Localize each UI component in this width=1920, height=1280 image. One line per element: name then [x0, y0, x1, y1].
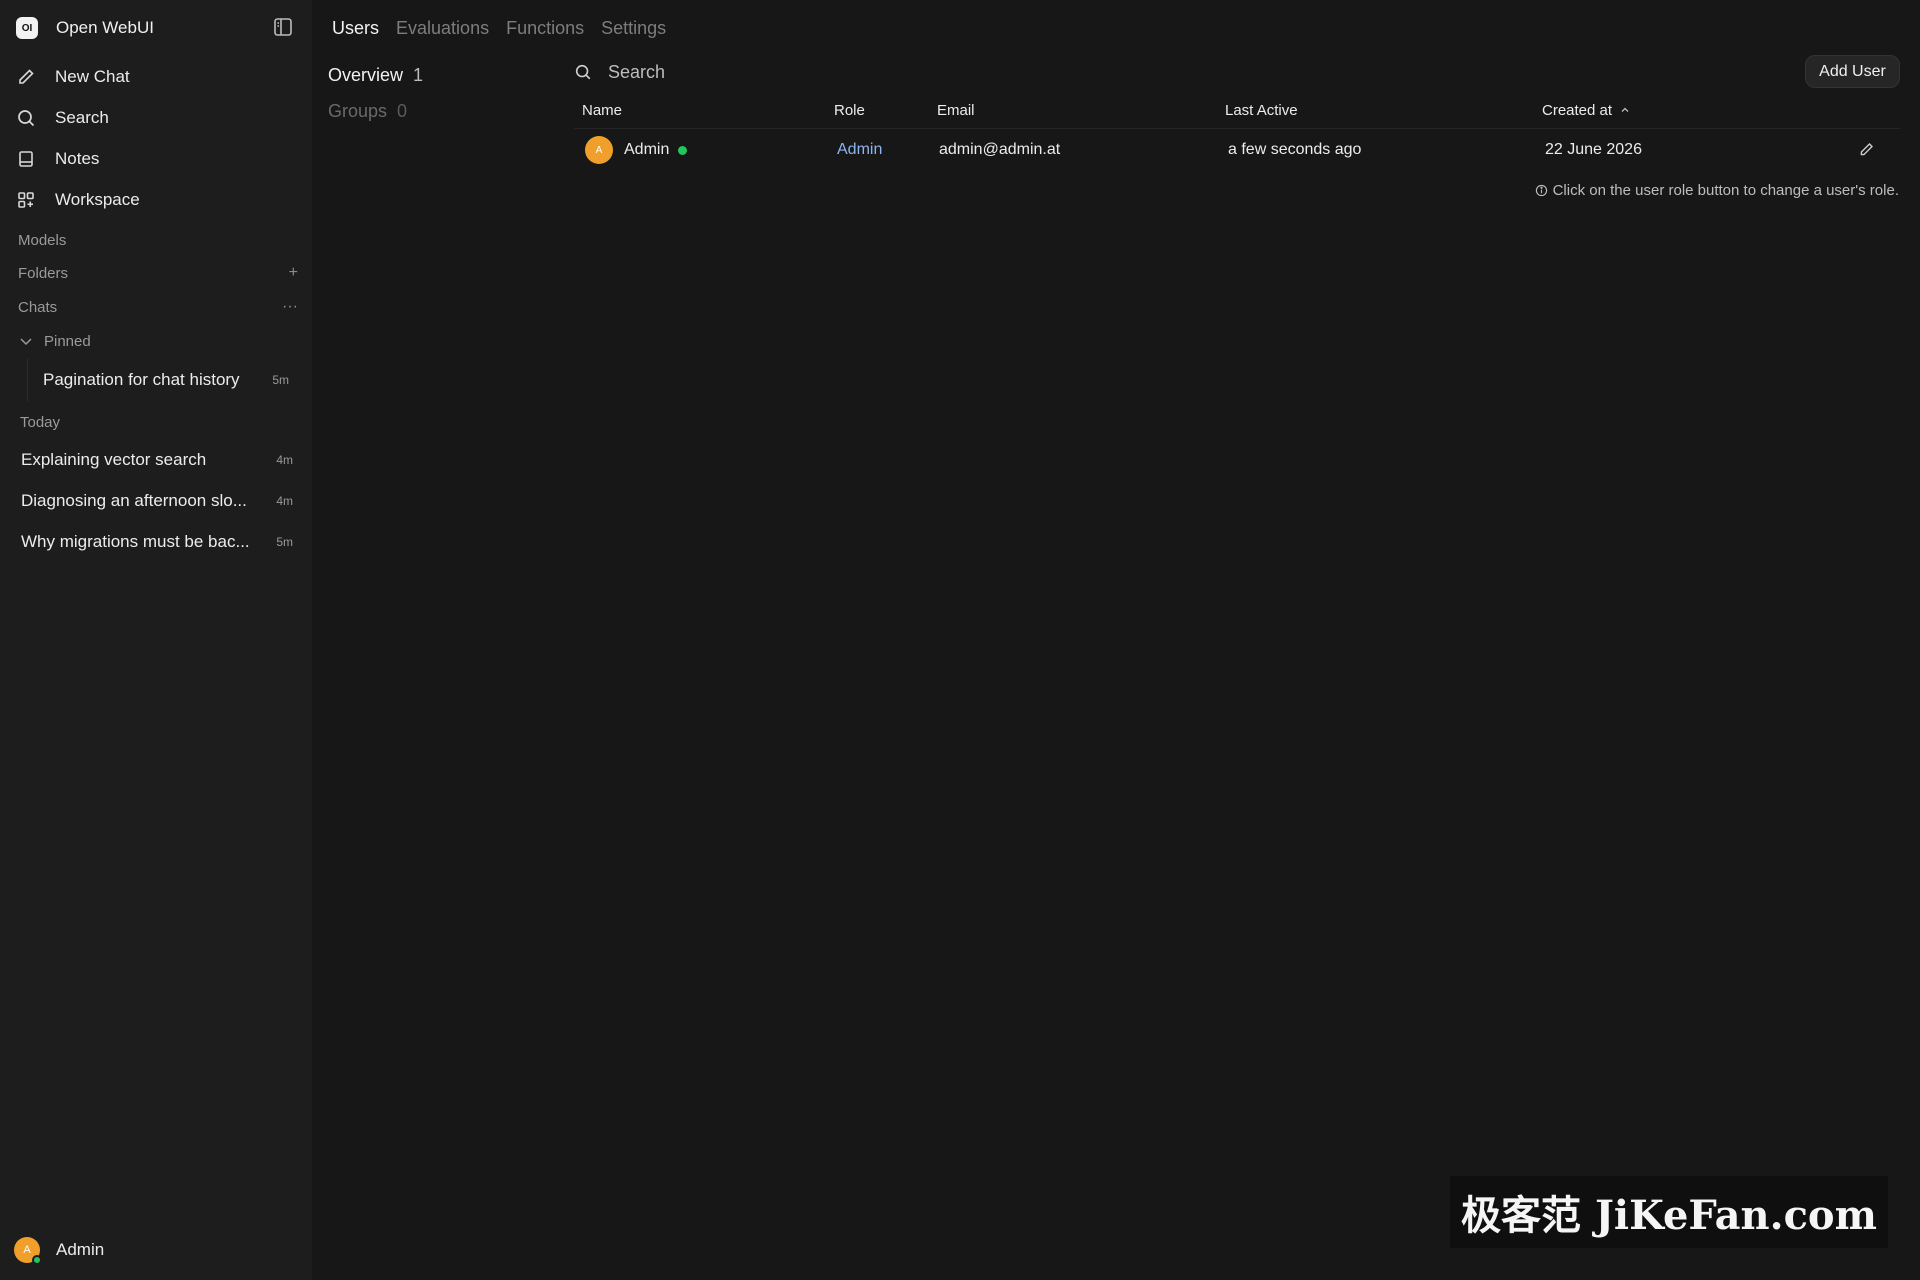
- folders-label: Folders: [18, 264, 69, 282]
- sidebar: OI Open WebUI New Chat Search Notes Work…: [0, 0, 312, 1280]
- users-subnav: Overview 1 Groups 0: [328, 57, 548, 129]
- column-header-created[interactable]: Created at: [1542, 98, 1630, 122]
- subnav-groups-count: 0: [397, 100, 408, 121]
- table-row: A Admin: [585, 136, 688, 164]
- chat-title: Explaining vector search: [21, 450, 207, 469]
- tab-settings[interactable]: Settings: [601, 18, 666, 39]
- chat-title: Diagnosing an afternoon slo...: [21, 491, 247, 510]
- email-cell: admin@admin.at: [939, 141, 1061, 158]
- notes-icon: [16, 149, 36, 169]
- add-user-button[interactable]: Add User: [1805, 55, 1900, 88]
- app-name: Open WebUI: [56, 18, 154, 37]
- online-status-dot: [678, 145, 688, 155]
- more-options-icon[interactable]: ···: [282, 298, 298, 316]
- chats-section[interactable]: Chats ···: [18, 295, 298, 319]
- column-header-role[interactable]: Role: [834, 98, 865, 122]
- role-hint: Click on the user role button to change …: [1535, 180, 1899, 200]
- role-hint-text: Click on the user role button to change …: [1552, 181, 1899, 199]
- subnav-groups-label: Groups: [328, 100, 388, 121]
- subnav-overview[interactable]: Overview 1: [328, 57, 548, 93]
- pinned-label: Pinned: [44, 332, 91, 350]
- pinned-group-toggle[interactable]: Pinned: [18, 329, 91, 353]
- chat-item[interactable]: Pagination for chat history 5m: [43, 361, 295, 399]
- chats-label: Chats: [18, 298, 58, 316]
- folders-section[interactable]: Folders +: [18, 261, 298, 285]
- chat-title: Why migrations must be bac...: [21, 532, 250, 551]
- chat-age: 5m: [272, 373, 289, 387]
- brand[interactable]: OI Open WebUI: [16, 14, 154, 42]
- sort-asc-icon: [1620, 105, 1630, 115]
- user-name: Admin: [56, 1240, 105, 1259]
- user-search[interactable]: Search: [574, 58, 665, 86]
- workspace-label: Workspace: [55, 189, 140, 209]
- edit-user-icon[interactable]: [1858, 141, 1875, 158]
- user-menu-button[interactable]: A Admin: [0, 1220, 312, 1280]
- role-button[interactable]: Admin: [837, 141, 882, 159]
- models-label: Models: [18, 231, 67, 249]
- info-icon: [1535, 184, 1548, 197]
- avatar-initial: A: [595, 144, 603, 156]
- search-icon: [574, 63, 592, 81]
- subnav-groups[interactable]: Groups 0: [328, 93, 548, 129]
- tab-functions[interactable]: Functions: [506, 18, 584, 39]
- tab-users[interactable]: Users: [332, 18, 379, 39]
- online-status-dot: [32, 1255, 42, 1265]
- column-header-name[interactable]: Name: [582, 98, 622, 122]
- pinned-divider: [27, 358, 28, 402]
- search-label: Search: [55, 107, 109, 127]
- notes-button[interactable]: Notes: [10, 138, 302, 179]
- pencil-icon: [16, 67, 36, 87]
- avatar-initial: A: [23, 1244, 31, 1256]
- subnav-overview-count: 1: [413, 64, 424, 85]
- chat-item[interactable]: Explaining vector search 4m: [21, 441, 299, 479]
- avatar: A: [585, 136, 613, 164]
- admin-tabs: Users Evaluations Functions Settings: [332, 16, 666, 40]
- notes-label: Notes: [55, 148, 100, 168]
- chat-age: 4m: [276, 494, 293, 508]
- watermark: 极客范 JiKeFan.com: [1450, 1176, 1888, 1248]
- column-header-last-active[interactable]: Last Active: [1225, 98, 1298, 122]
- table-divider: [574, 128, 1900, 129]
- role-cell: Admin: [837, 136, 882, 164]
- sidebar-toggle-icon[interactable]: [272, 16, 294, 38]
- user-name-cell: Admin: [624, 141, 670, 158]
- chat-title: Pagination for chat history: [43, 370, 240, 389]
- avatar: A: [14, 1237, 42, 1265]
- chevron-down-icon: [18, 333, 34, 349]
- chat-item[interactable]: Why migrations must be bac... 5m: [21, 523, 299, 561]
- search-input[interactable]: Search: [608, 62, 665, 83]
- workspace-icon: [16, 190, 36, 210]
- tab-evaluations[interactable]: Evaluations: [396, 18, 489, 39]
- workspace-button[interactable]: Workspace: [10, 179, 302, 220]
- chat-item[interactable]: Diagnosing an afternoon slo... 4m: [21, 482, 299, 520]
- created-cell: 22 June 2026: [1545, 141, 1642, 158]
- new-chat-label: New Chat: [55, 66, 130, 86]
- subnav-overview-label: Overview: [328, 64, 404, 85]
- chat-age: 4m: [276, 453, 293, 467]
- new-chat-button[interactable]: New Chat: [10, 56, 302, 97]
- last-active-cell: a few seconds ago: [1228, 141, 1362, 158]
- add-folder-icon[interactable]: +: [289, 264, 298, 282]
- search-icon: [16, 108, 36, 128]
- app-logo: OI: [16, 17, 38, 39]
- column-header-email[interactable]: Email: [937, 98, 975, 122]
- models-section[interactable]: Models: [18, 228, 298, 252]
- today-label: Today: [20, 414, 61, 431]
- chat-age: 5m: [276, 535, 293, 549]
- search-button[interactable]: Search: [10, 97, 302, 138]
- column-header-created-label: Created at: [1542, 101, 1613, 119]
- sidebar-nav: New Chat Search Notes Workspace: [10, 56, 302, 220]
